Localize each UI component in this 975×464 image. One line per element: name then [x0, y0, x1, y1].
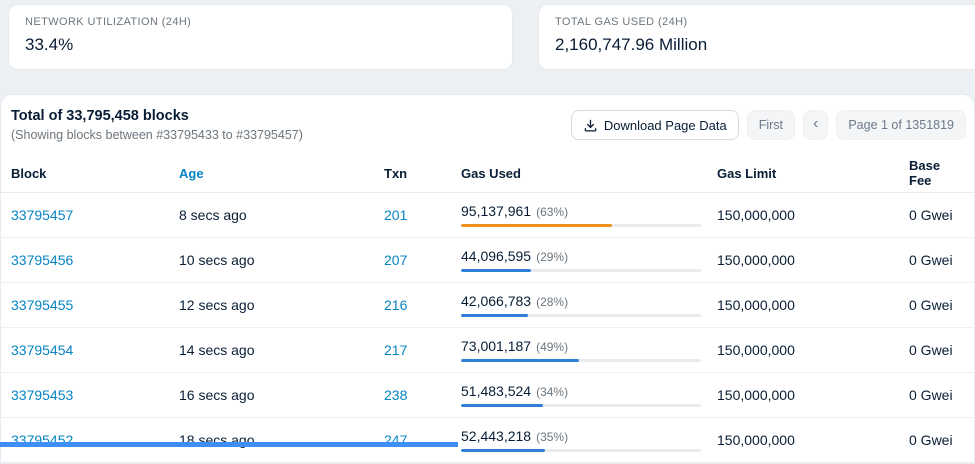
gas-used-value: 52,443,218 — [461, 428, 531, 444]
base-fee-value: 0 Gwei — [909, 432, 964, 448]
table-row: 33795457 8 secs ago 201 95,137,961(63%) … — [1, 193, 974, 238]
blocks-range-subtitle: (Showing blocks between #33795433 to #33… — [11, 128, 303, 142]
gas-limit-value: 150,000,000 — [717, 252, 909, 268]
pagination-prev-button[interactable]: ‹ — [803, 110, 828, 140]
gas-used-value: 51,483,524 — [461, 383, 531, 399]
blocks-panel-header-left: Total of 33,795,458 blocks (Showing bloc… — [11, 108, 303, 142]
base-fee-value: 0 Gwei — [909, 297, 964, 313]
blocks-total-title: Total of 33,795,458 blocks — [11, 108, 303, 124]
gas-used-bar-fill — [461, 269, 531, 272]
column-header-block: Block — [11, 166, 179, 181]
gas-used-cell: 95,137,961 (63%) — [461, 203, 717, 228]
gas-limit-value: 150,000,000 — [717, 297, 909, 313]
block-number-link[interactable]: 33795456 — [11, 252, 73, 268]
gas-limit-value: 150,000,000 — [717, 432, 909, 448]
column-header-age[interactable]: Age — [179, 166, 384, 181]
gas-used-bar-track — [461, 449, 701, 452]
table-row: 33795454 14 secs ago 217 73,001,187 (49%)… — [1, 328, 974, 373]
pagination-page-indicator: Page 1 of 1351819 — [836, 110, 966, 140]
column-header-gas-limit: Gas Limit — [717, 166, 909, 181]
stats-cards-row: NETWORK UTILIZATION (24H) 33.4% TOTAL GA… — [0, 0, 975, 70]
gas-used-bar-fill — [461, 314, 528, 317]
gas-used-cell: 42,066,783 (28%) — [461, 293, 717, 318]
table-row: 33795453 16 secs ago 238 51,483,524 (34%)… — [1, 373, 974, 418]
base-fee-value: 0 Gwei — [909, 207, 964, 223]
gas-used-percent: (35%) — [536, 430, 568, 444]
base-fee-value: 0 Gwei — [909, 342, 964, 358]
gas-used-bar-track — [461, 314, 701, 317]
block-age: 10 secs ago — [179, 252, 384, 268]
blocks-panel-controls: Download Page Data First ‹ Page 1 of 135… — [571, 110, 966, 140]
gas-used-percent: (28%) — [536, 295, 568, 309]
base-fee-value: 0 Gwei — [909, 387, 964, 403]
block-number-link[interactable]: 33795455 — [11, 297, 73, 313]
gas-used-value: 44,096,595 — [461, 248, 531, 264]
table-header-row: Block Age Txn Gas Used Gas Limit Base Fe… — [1, 154, 974, 193]
download-icon — [583, 118, 598, 133]
txn-count-link[interactable]: 216 — [384, 297, 407, 313]
column-header-txn: Txn — [384, 166, 461, 181]
pagination-first-button[interactable]: First — [747, 110, 795, 140]
gas-used-bar-fill — [461, 404, 543, 407]
block-number-link[interactable]: 33795457 — [11, 207, 73, 223]
block-age: 12 secs ago — [179, 297, 384, 313]
gas-used-cell: 44,096,595 (29%) — [461, 248, 717, 273]
download-page-data-button[interactable]: Download Page Data — [571, 110, 739, 140]
gas-used-percent: (49%) — [536, 340, 568, 354]
gas-used-bar-fill — [461, 449, 545, 452]
gas-used-percent: (34%) — [536, 385, 568, 399]
horizontal-scrollbar-thumb[interactable] — [0, 442, 458, 447]
total-gas-used-label: TOTAL GAS USED (24H) — [555, 16, 959, 28]
table-row: 33795456 10 secs ago 207 44,096,595 (29%)… — [1, 238, 974, 283]
total-gas-used-card: TOTAL GAS USED (24H) 2,160,747.96 Millio… — [538, 4, 975, 70]
network-utilization-value: 33.4% — [25, 35, 496, 55]
block-number-link[interactable]: 33795454 — [11, 342, 73, 358]
gas-used-percent: (29%) — [536, 250, 568, 264]
column-header-base-fee: Base Fee — [909, 158, 964, 188]
block-number-link[interactable]: 33795453 — [11, 387, 73, 403]
block-age: 16 secs ago — [179, 387, 384, 403]
blocks-panel-header: Total of 33,795,458 blocks (Showing bloc… — [1, 95, 974, 154]
gas-used-bar-track — [461, 359, 701, 362]
gas-used-value: 95,137,961 — [461, 203, 531, 219]
gas-used-cell: 52,443,218 (35%) — [461, 428, 717, 453]
block-age: 14 secs ago — [179, 342, 384, 358]
gas-used-cell: 73,001,187 (49%) — [461, 338, 717, 363]
download-button-label: Download Page Data — [604, 118, 727, 133]
gas-used-bar-fill — [461, 224, 612, 227]
table-body: 33795457 8 secs ago 201 95,137,961(63%) … — [1, 193, 974, 463]
gas-used-value: 42,066,783 — [461, 293, 531, 309]
column-header-gas-used: Gas Used — [461, 166, 717, 181]
gas-used-cell: 51,483,524 (34%) — [461, 383, 717, 408]
gas-used-bar-track — [461, 224, 701, 227]
gas-used-percent: (63%) — [536, 205, 568, 219]
gas-limit-value: 150,000,000 — [717, 207, 909, 223]
network-utilization-card: NETWORK UTILIZATION (24H) 33.4% — [8, 4, 513, 70]
txn-count-link[interactable]: 207 — [384, 252, 407, 268]
gas-used-value: 73,001,187 — [461, 338, 531, 354]
gas-used-bar-track — [461, 269, 701, 272]
blocks-panel: Total of 33,795,458 blocks (Showing bloc… — [0, 94, 975, 464]
gas-limit-value: 150,000,000 — [717, 342, 909, 358]
block-age: 8 secs ago — [179, 207, 384, 223]
table-row: 33795455 12 secs ago 216 42,066,783 (28%)… — [1, 283, 974, 328]
base-fee-value: 0 Gwei — [909, 252, 964, 268]
txn-count-link[interactable]: 217 — [384, 342, 407, 358]
txn-count-link[interactable]: 238 — [384, 387, 407, 403]
total-gas-used-value: 2,160,747.96 Million — [555, 35, 959, 55]
table-row: 33795452 18 secs ago 247 52,443,218(35%)… — [1, 418, 974, 463]
txn-count-link[interactable]: 201 — [384, 207, 407, 223]
gas-used-bar-track — [461, 404, 701, 407]
gas-used-bar-fill — [461, 359, 579, 362]
network-utilization-label: NETWORK UTILIZATION (24H) — [25, 16, 496, 28]
chevron-left-icon: ‹ — [813, 116, 818, 132]
gas-limit-value: 150,000,000 — [717, 387, 909, 403]
